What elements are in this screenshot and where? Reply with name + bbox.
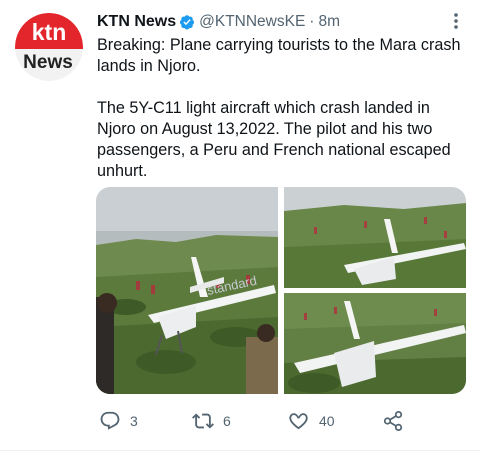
reply-icon: [100, 411, 120, 430]
timestamp[interactable]: 8m: [318, 13, 340, 31]
like-icon: [289, 413, 308, 430]
tweet-paragraph: The 5Y-C11 light aircraft which crash la…: [97, 99, 451, 180]
share-button[interactable]: [382, 407, 404, 435]
photo-plane-crash-2[interactable]: [284, 187, 466, 288]
handle[interactable]: @KTNNewsKE: [199, 13, 305, 31]
logo-text-top: ktn: [32, 19, 67, 45]
media-grid: standard: [96, 187, 466, 394]
tweet-paragraph: Breaking: Plane carrying tourists to the…: [97, 36, 461, 75]
separator: ·: [309, 13, 315, 30]
retweet-count: 6: [223, 413, 231, 429]
like-count: 40: [319, 413, 335, 429]
share-icon: [383, 410, 403, 432]
tweet-header: KTN News @KTNNewsKE · 8m: [97, 11, 450, 33]
photo-plane-crash-3[interactable]: [284, 293, 466, 394]
verified-badge-icon: [180, 15, 195, 30]
reply-button[interactable]: 3: [99, 407, 138, 435]
tweet-card[interactable]: ktn News KTN News @KTNNewsKE · 8m Breaki…: [0, 0, 480, 451]
avatar[interactable]: ktn News: [15, 13, 83, 81]
display-name[interactable]: KTN News: [97, 13, 176, 31]
action-bar: 3 6 40: [97, 407, 437, 435]
more-icon[interactable]: [446, 12, 466, 34]
reply-count: 3: [130, 413, 138, 429]
retweet-icon: [192, 413, 214, 429]
retweet-button[interactable]: 6: [192, 407, 231, 435]
logo-text-bottom: News: [23, 52, 73, 73]
like-button[interactable]: 40: [288, 407, 335, 435]
tweet-text: Breaking: Plane carrying tourists to the…: [97, 35, 467, 182]
photo-plane-crash-1[interactable]: standard: [96, 187, 278, 394]
